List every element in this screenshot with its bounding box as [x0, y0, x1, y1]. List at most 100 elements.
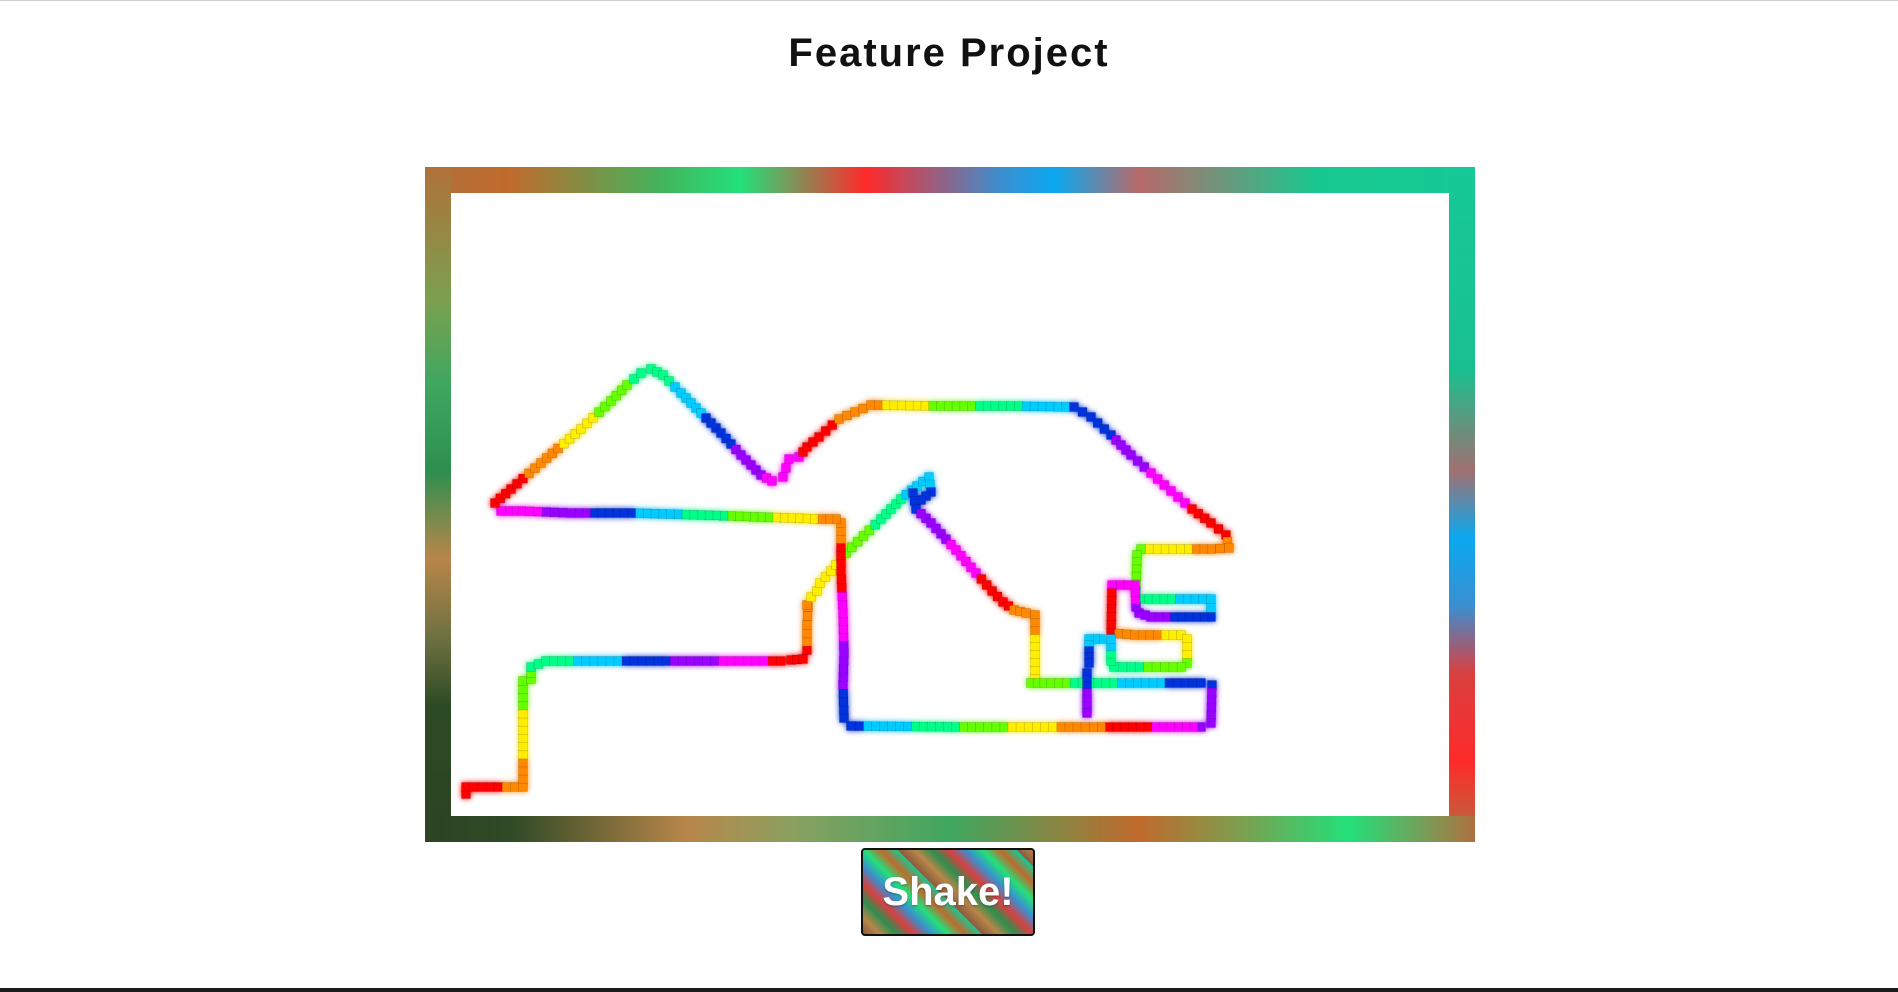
trail-dot	[549, 507, 560, 518]
trail-dot	[1077, 407, 1088, 417]
etch-frame-left-edge	[425, 167, 451, 842]
trail-dot	[541, 507, 551, 517]
trail-dot	[581, 656, 592, 666]
trail-dot	[778, 472, 788, 482]
trail-dot	[742, 656, 753, 666]
trail-dot	[566, 508, 576, 518]
trail-dot	[518, 692, 528, 703]
trail-dot	[1014, 722, 1025, 732]
trail-dot	[524, 506, 535, 517]
trail-dot	[518, 733, 528, 743]
trail-dot	[597, 656, 608, 666]
trail-dot	[1069, 402, 1079, 412]
trail-dot	[701, 656, 712, 666]
trail-dot	[613, 656, 624, 666]
trail-dot	[734, 656, 745, 666]
trail-dot	[1021, 608, 1031, 618]
trail-dot	[669, 656, 680, 666]
trail-dot	[838, 688, 849, 699]
trail-dot	[1206, 603, 1216, 613]
drawing-canvas[interactable]	[451, 193, 1449, 816]
trail-dot	[1125, 662, 1136, 672]
trail-dot	[1055, 722, 1066, 732]
trail-dot	[784, 454, 794, 464]
bottom-rule	[0, 988, 1898, 992]
trail-dot	[653, 656, 664, 666]
trail-dot	[838, 608, 848, 618]
trail-dot	[1151, 662, 1161, 672]
trail-dot	[510, 782, 520, 792]
trail-dot	[718, 656, 728, 666]
trail-dot	[1063, 722, 1074, 732]
trail-dot	[802, 636, 812, 647]
trail-dot	[518, 757, 528, 768]
trail-dot	[469, 782, 480, 792]
trail-dot	[1224, 543, 1234, 553]
trail-dot	[974, 722, 984, 732]
trail-dot	[802, 645, 812, 655]
trail-dot	[1215, 543, 1225, 554]
trail-dot	[1031, 722, 1041, 732]
trail-dot	[637, 656, 648, 666]
trail-dot	[518, 749, 528, 760]
trail-dot	[767, 656, 778, 666]
trail-dot	[776, 656, 786, 666]
trail-dot	[1196, 678, 1206, 688]
trail-dot	[1084, 658, 1094, 668]
trail-dot	[767, 476, 777, 486]
trail-dot	[557, 507, 568, 518]
trail-dot	[532, 506, 543, 517]
trail-dot	[1106, 634, 1116, 644]
trail-dot	[1134, 662, 1144, 672]
trail-dot	[798, 654, 808, 664]
trail-dot	[837, 599, 848, 610]
shake-button[interactable]: Shake!	[861, 848, 1035, 936]
trail-dot	[1096, 722, 1106, 732]
trail-dot	[485, 782, 496, 792]
trail-dot	[493, 782, 504, 792]
etch-frame-bottom-edge	[425, 816, 1475, 842]
trail-dot	[518, 725, 528, 735]
trail-dot	[1159, 662, 1170, 672]
trail-dot	[990, 722, 1001, 732]
trail-dot	[838, 696, 849, 707]
trail-dot	[461, 782, 471, 792]
trail-dot	[837, 591, 848, 602]
top-rule	[0, 0, 1898, 1]
trail-dot	[518, 782, 528, 792]
trail-dot	[518, 700, 528, 711]
trail-dot	[836, 574, 847, 585]
trail-dot	[759, 656, 770, 666]
trail-dot	[518, 773, 528, 784]
trail-dot	[549, 656, 559, 666]
trail-dot	[1047, 722, 1058, 732]
trail-dot	[726, 656, 737, 666]
trail-dot	[1167, 662, 1178, 672]
trail-dot	[998, 722, 1009, 732]
trail-dot	[1006, 722, 1017, 732]
etch-frame-right-edge	[1449, 167, 1475, 842]
trail-dot	[1088, 722, 1098, 732]
trail-dot	[802, 620, 812, 630]
trail-dot	[751, 656, 762, 666]
trail-dot	[518, 708, 528, 719]
trail-dot	[802, 628, 812, 639]
trail-dot	[836, 582, 847, 593]
trail-dot	[501, 782, 512, 792]
trail-dot	[518, 741, 528, 752]
trail-dot	[565, 656, 575, 666]
drawing-trail	[461, 364, 1234, 799]
trail-dot	[1082, 708, 1092, 718]
etch-frame-top-edge	[425, 167, 1475, 193]
trail-dot	[781, 463, 791, 473]
trail-dot	[636, 368, 646, 378]
trail-dot	[1117, 662, 1128, 672]
trail-dot	[982, 722, 993, 732]
trail-dot	[1079, 722, 1090, 732]
trail-dot	[1071, 722, 1082, 732]
trail-dot	[1023, 722, 1033, 732]
trail-dot	[518, 716, 528, 727]
trail-dot	[518, 684, 528, 695]
trail-dot	[1206, 594, 1216, 604]
trail-dot	[477, 782, 488, 792]
